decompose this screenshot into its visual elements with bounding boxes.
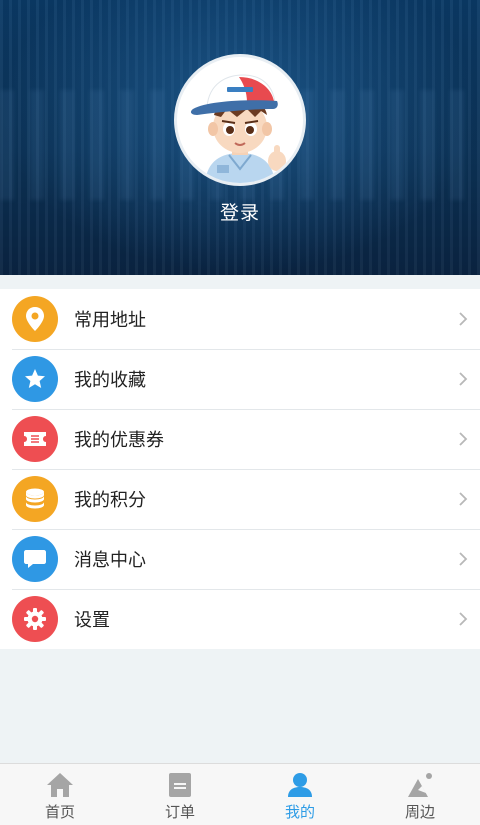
chevron-right-icon (459, 552, 468, 566)
menu-item-label: 我的优惠券 (74, 430, 164, 451)
tab-profile[interactable]: 我的 (240, 764, 360, 825)
tab-label: 周边 (404, 803, 435, 821)
location-pin-icon (12, 296, 58, 342)
menu-item-label: 常用地址 (74, 310, 146, 331)
chevron-right-icon (459, 432, 468, 446)
chevron-right-icon (459, 312, 468, 326)
chevron-right-icon (459, 612, 468, 626)
menu-item-label: 设置 (74, 610, 110, 631)
tab-label: 我的 (284, 803, 315, 821)
ticket-icon (12, 416, 58, 462)
menu-item-points[interactable]: 我的积分 (0, 469, 480, 529)
chevron-right-icon (459, 492, 468, 506)
menu-item-coupons[interactable]: 我的优惠券 (0, 409, 480, 469)
tab-label: 首页 (44, 803, 75, 821)
coin-stack-icon (12, 476, 58, 522)
bottom-tab-bar: 首页 订单 我的 周边 (0, 763, 480, 825)
nearby-icon (408, 773, 432, 797)
menu-item-label: 我的积分 (74, 490, 146, 511)
tab-home[interactable]: 首页 (0, 764, 120, 825)
gear-icon (12, 596, 58, 642)
order-icon (169, 773, 191, 797)
tab-orders[interactable]: 订单 (120, 764, 240, 825)
tab-label: 订单 (164, 803, 195, 821)
profile-header: 登录 (0, 0, 480, 275)
menu-item-address[interactable]: 常用地址 (0, 289, 480, 349)
tab-nearby[interactable]: 周边 (360, 764, 480, 825)
menu-item-messages[interactable]: 消息中心 (0, 529, 480, 589)
login-label[interactable]: 登录 (0, 198, 480, 225)
avatar[interactable] (174, 54, 306, 186)
menu-item-favorites[interactable]: 我的收藏 (0, 349, 480, 409)
user-icon (288, 773, 312, 797)
chat-bubble-icon (12, 536, 58, 582)
home-icon (47, 773, 73, 797)
star-icon (12, 356, 58, 402)
menu-item-label: 我的收藏 (74, 370, 146, 391)
chevron-right-icon (459, 372, 468, 386)
menu-list: 常用地址 我的收藏 我的优惠券 我的积分 消息中心 设置 (0, 289, 480, 649)
menu-item-settings[interactable]: 设置 (0, 589, 480, 649)
mascot-avatar-icon (190, 74, 286, 183)
menu-item-label: 消息中心 (74, 550, 146, 571)
